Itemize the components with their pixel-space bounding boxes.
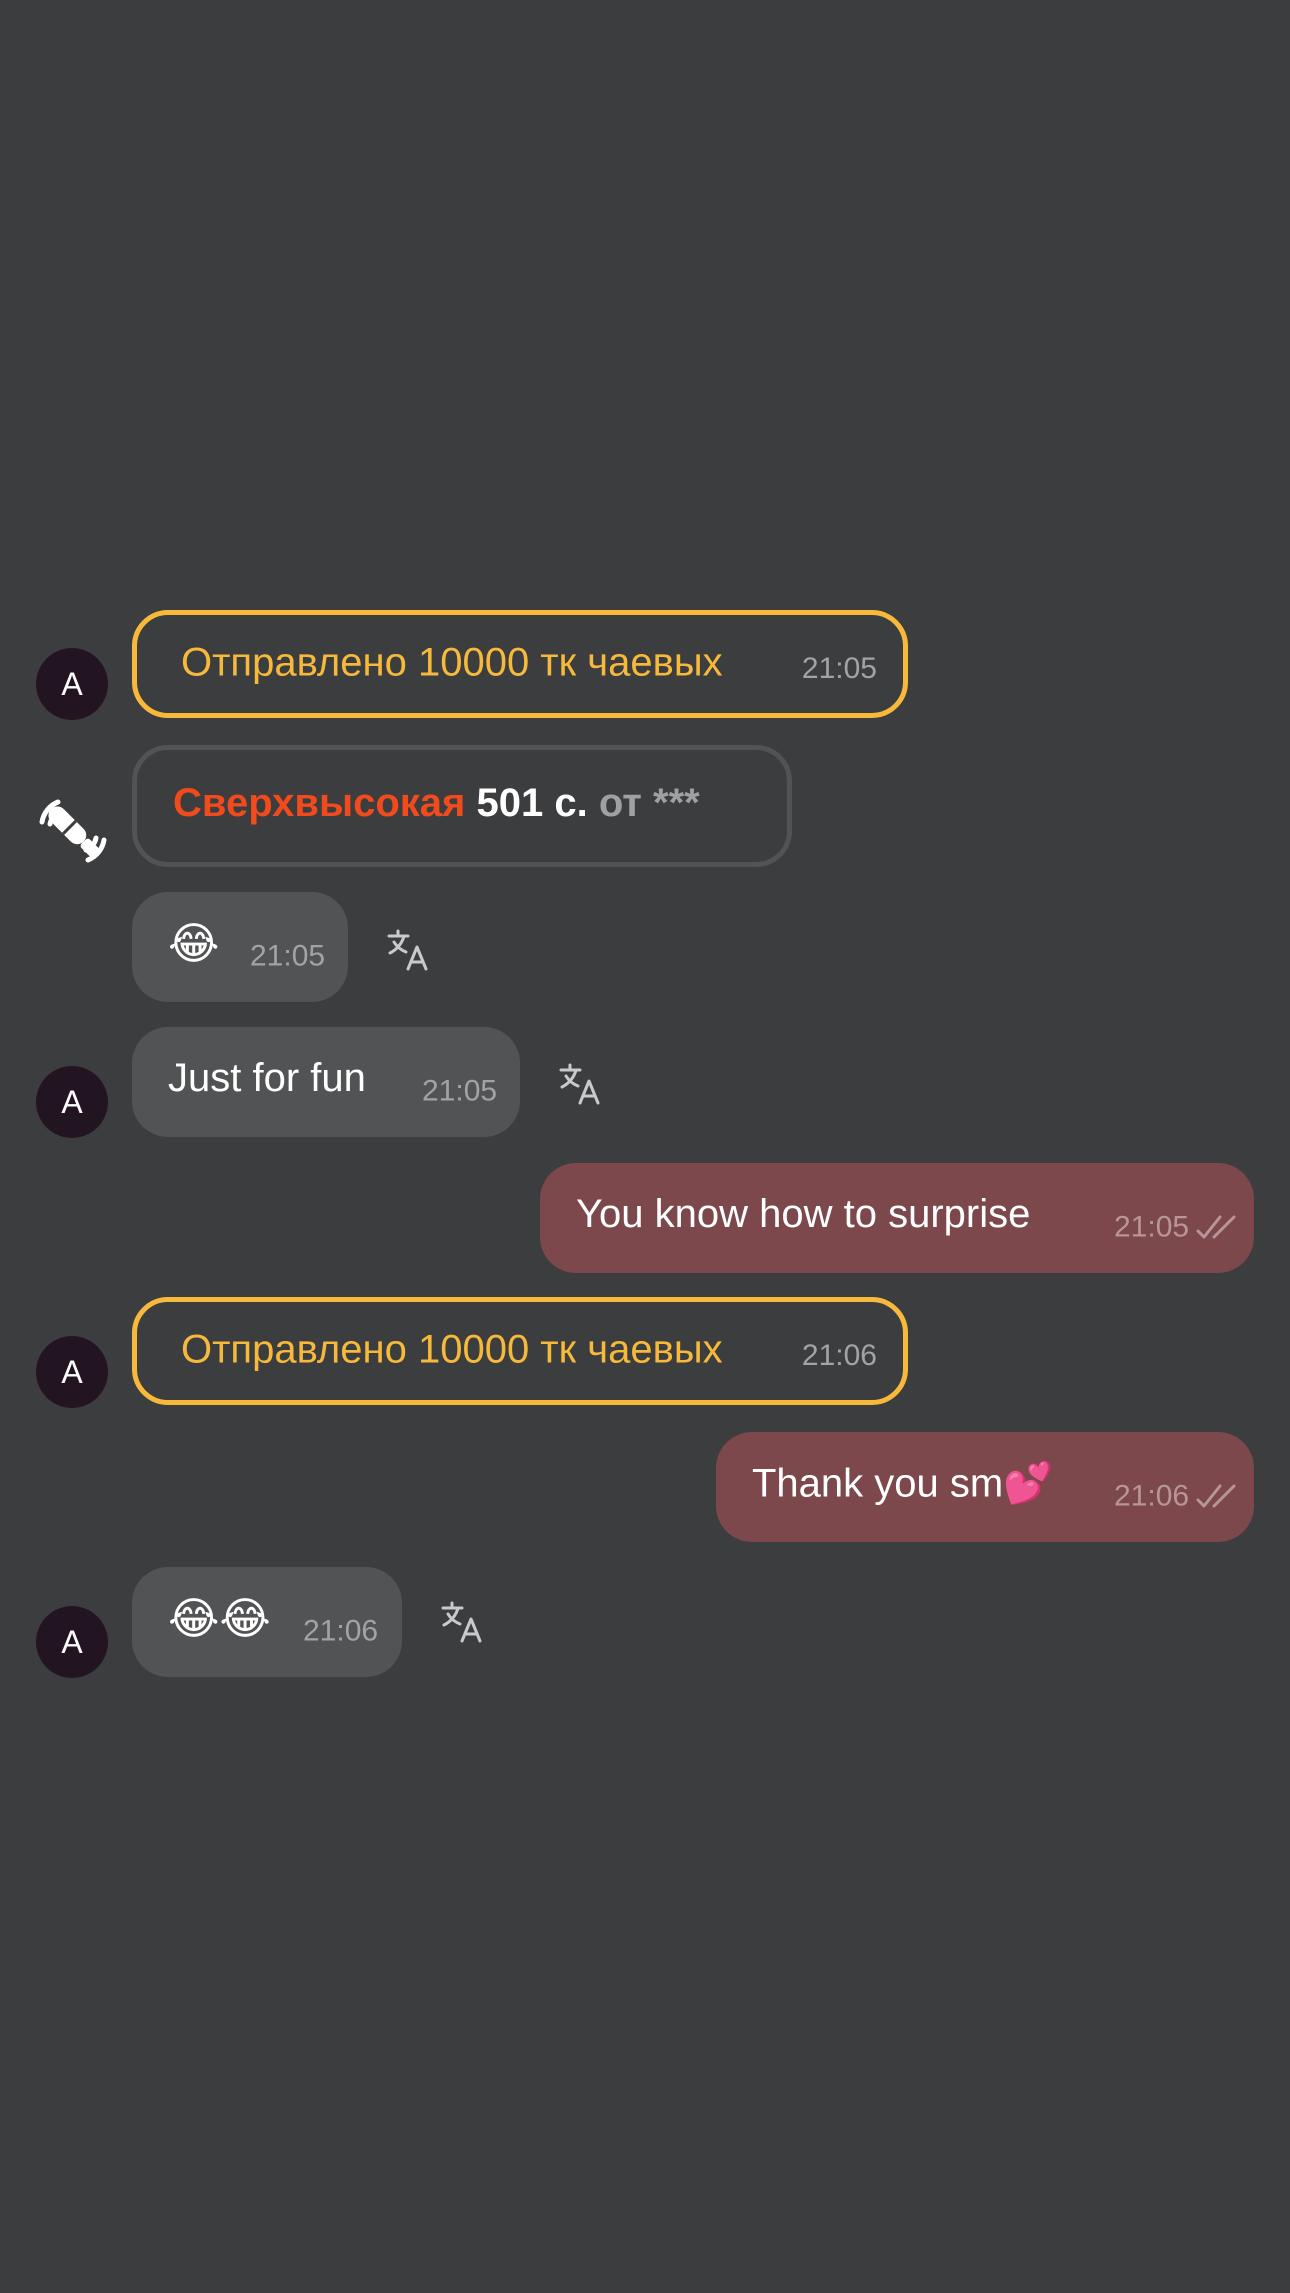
message-time: 21:05	[422, 1074, 498, 1108]
translate-icon[interactable]	[386, 928, 430, 972]
tip-message[interactable]: Отправлено 10000 тк чаевых 21:06	[132, 1297, 908, 1405]
avatar[interactable]: A	[36, 648, 108, 720]
chat-screen: { "messages": { "tip1": {"avatar_letter"…	[0, 0, 1290, 2293]
gift-intensity: Сверхвысокая	[173, 780, 466, 825]
avatar[interactable]: A	[36, 1336, 108, 1408]
message-time: 21:05	[1114, 1210, 1190, 1244]
avatar[interactable]: A	[36, 1606, 108, 1678]
gift-duration: 501 с.	[476, 780, 588, 825]
message-text: You know how to surprise	[576, 1191, 1031, 1236]
translate-icon[interactable]	[558, 1062, 602, 1106]
avatar-letter: A	[61, 1353, 83, 1390]
avatar-letter: A	[61, 1083, 83, 1120]
double-check-icon	[1196, 1215, 1236, 1239]
gift-activation-message[interactable]: Сверхвысокая 501 с. от ***	[132, 745, 792, 867]
message-time: 21:06	[303, 1614, 379, 1648]
incoming-message[interactable]: 😂 21:05	[132, 892, 348, 1002]
avatar-letter: A	[61, 665, 83, 702]
message-time: 21:05	[801, 652, 877, 686]
gift-line: Сверхвысокая 501 с. от ***	[173, 781, 700, 826]
translate-icon[interactable]	[440, 1600, 484, 1644]
tip-text: Отправлено 10000 тк чаевых	[181, 1327, 723, 1372]
toy-vibe-icon	[39, 799, 107, 863]
gift-sender: от ***	[598, 780, 700, 825]
message-time: 21:06	[1114, 1479, 1190, 1513]
incoming-message[interactable]: 😂😂 21:06	[132, 1567, 402, 1677]
tip-text: Отправлено 10000 тк чаевых	[181, 640, 723, 685]
message-emoji: 😂😂	[168, 1594, 271, 1644]
message-time: 21:05	[250, 939, 326, 973]
message-emoji: 😂	[168, 919, 220, 969]
incoming-message[interactable]: Just for fun 21:05	[132, 1027, 520, 1137]
avatar[interactable]: A	[36, 1066, 108, 1138]
outgoing-message[interactable]: Thank you sm💕 21:06	[716, 1432, 1254, 1542]
double-check-icon	[1196, 1484, 1236, 1508]
avatar-letter: A	[61, 1623, 83, 1660]
message-text: Just for fun	[168, 1055, 366, 1100]
outgoing-message[interactable]: You know how to surprise 21:05	[540, 1163, 1254, 1273]
message-time: 21:06	[801, 1339, 877, 1373]
message-text: Thank you sm💕	[752, 1461, 1054, 1506]
tip-message[interactable]: Отправлено 10000 тк чаевых 21:05	[132, 610, 908, 718]
